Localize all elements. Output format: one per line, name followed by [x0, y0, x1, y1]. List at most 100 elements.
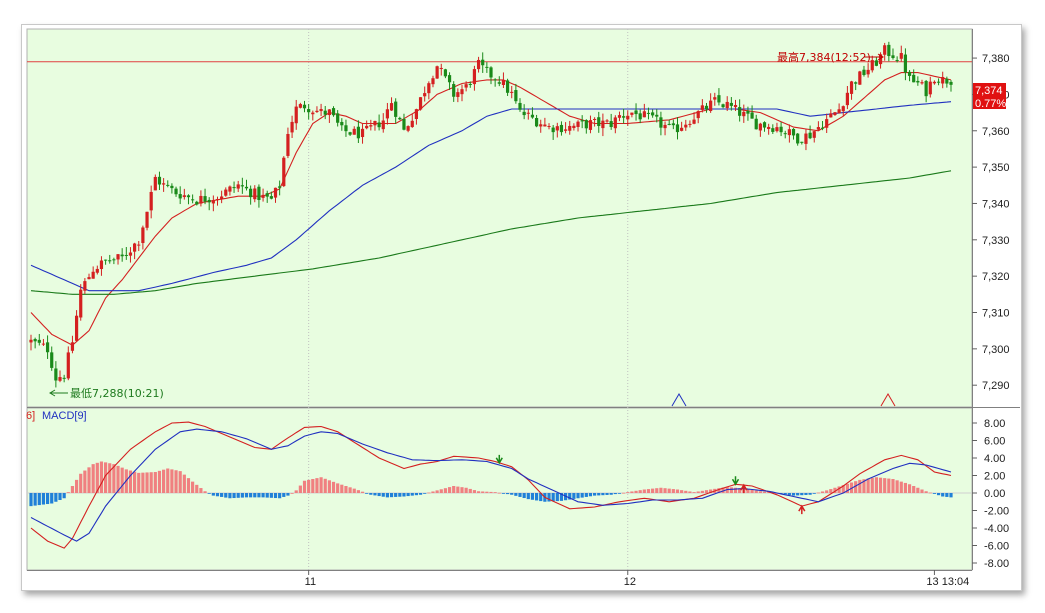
candle-body: [83, 281, 87, 291]
candle-body: [481, 59, 485, 66]
macd-histogram-bar: [344, 486, 348, 493]
candle-body: [195, 201, 199, 205]
price-y-tick-label: 7,380: [982, 53, 1010, 65]
macd-histogram-bar: [33, 493, 37, 506]
candle-body: [907, 71, 912, 76]
candle-body: [887, 44, 891, 57]
macd-histogram-bar: [887, 478, 891, 493]
macd-histogram-bar: [526, 493, 530, 500]
candle-body: [112, 259, 116, 261]
macd-histogram-bar: [696, 491, 700, 493]
candle-body: [771, 128, 775, 132]
macd-histogram-bar: [439, 489, 443, 493]
macd-histogram-bar: [323, 478, 327, 493]
candle-body: [58, 377, 62, 381]
candle-body: [638, 113, 642, 120]
candle-body: [50, 352, 54, 368]
candle-body: [576, 121, 580, 127]
candle-body: [862, 69, 866, 75]
candle-body: [655, 114, 659, 117]
macd-histogram-bar: [899, 481, 903, 493]
macd-histogram-bar: [651, 488, 655, 493]
candle-body: [493, 79, 497, 81]
macd-histogram-bar: [37, 493, 41, 506]
macd-histogram-bar: [597, 493, 601, 496]
macd-histogram-bar: [680, 490, 684, 493]
candle-body: [298, 104, 302, 108]
candle-body: [45, 342, 50, 353]
candle-body: [680, 127, 684, 131]
macd-histogram-bar: [360, 491, 365, 493]
macd-y-tick-label: 8.00: [984, 418, 1005, 430]
candle-body: [667, 123, 671, 125]
candle-body: [373, 120, 377, 126]
candle-body: [709, 100, 713, 112]
candle-body: [572, 125, 576, 129]
candle-body: [924, 80, 928, 97]
macd-histogram-bar: [435, 490, 439, 493]
candle-body: [452, 84, 456, 97]
macd-histogram-bar: [692, 492, 696, 493]
candle-body: [588, 120, 593, 130]
macd-histogram-bar: [825, 490, 829, 493]
macd-histogram-bar: [108, 463, 112, 493]
candle-body: [700, 105, 704, 110]
macd-histogram-bar: [58, 493, 62, 500]
macd-y-ticks: 8.00 6.00 4.00 2.00 0.00 -2.00 -4.00 -6.00 -8.00: [972, 418, 1009, 570]
candle-body: [762, 122, 767, 128]
candle-body: [729, 102, 733, 106]
candle-body: [406, 126, 410, 131]
candle-body: [464, 84, 468, 88]
candle-body: [539, 124, 543, 127]
macd-histogram-bar: [501, 493, 506, 494]
candle-body: [99, 260, 104, 270]
candle-body: [133, 243, 137, 252]
candle-body: [137, 244, 141, 246]
macd-histogram-bar: [634, 490, 638, 493]
macd-histogram-bar: [936, 493, 941, 496]
candle-body: [696, 111, 700, 119]
candle-body: [717, 95, 721, 103]
macd-histogram-bar: [858, 479, 862, 493]
macd-histogram-bar: [186, 478, 191, 493]
macd-histogram-bar: [298, 485, 302, 493]
macd-histogram-bar: [617, 493, 622, 494]
macd-histogram-bar: [514, 493, 518, 496]
candle-body: [601, 120, 605, 129]
macd-histogram-bar: [945, 493, 949, 497]
x-ticks: 11 12 13 13:04: [305, 570, 969, 588]
candle-body: [87, 277, 91, 280]
candle-body: [800, 141, 804, 143]
macd-y-tick-label: 2.00: [984, 471, 1005, 483]
candle-body: [518, 102, 522, 110]
macd-histogram-bar: [630, 491, 634, 493]
candle-body: [899, 53, 903, 59]
macd-histogram-bar: [584, 493, 588, 497]
macd-histogram-bar: [443, 488, 448, 493]
macd-histogram-bar: [215, 493, 220, 497]
macd-histogram-bar: [804, 493, 808, 495]
candle-body: [688, 123, 692, 125]
candle-body: [66, 352, 70, 379]
macd-histogram-bar: [74, 479, 79, 493]
candle-body: [331, 108, 336, 116]
macd-histogram-bar: [700, 490, 704, 493]
macd-histogram-bar: [249, 493, 253, 498]
candle-body: [941, 76, 945, 84]
candle-body: [750, 112, 754, 119]
candle-body: [191, 199, 195, 201]
macd-histogram-bar: [534, 493, 539, 501]
candle-body: [895, 59, 899, 61]
candle-body: [182, 195, 186, 198]
x-tick-label: 13 13:04: [926, 576, 969, 588]
macd-histogram-bar: [891, 479, 895, 493]
candle-body: [692, 119, 696, 124]
macd-histogram-bar: [273, 493, 278, 499]
macd-histogram-bar: [883, 478, 887, 493]
macd-histogram-bar: [302, 480, 307, 493]
macd-histogram-bar: [178, 471, 182, 493]
macd-histogram-bar: [518, 493, 522, 497]
macd-histogram-bar: [605, 493, 609, 495]
macd-histogram-bar: [704, 490, 709, 493]
macd-histogram-bar: [79, 473, 83, 493]
